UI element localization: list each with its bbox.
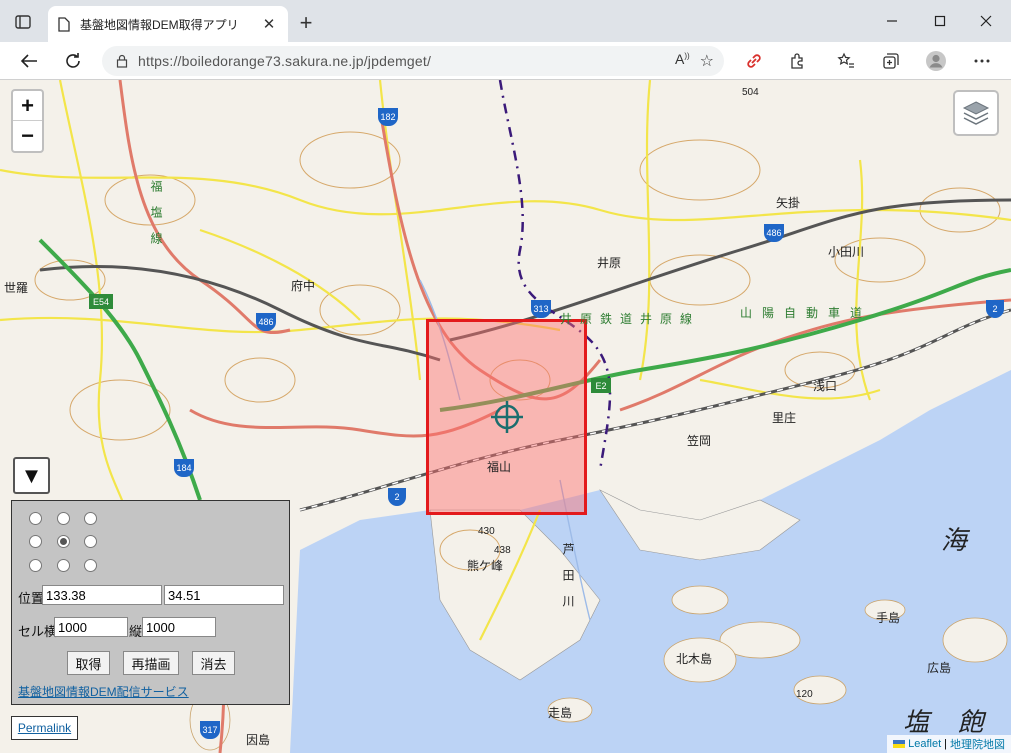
road-shield-182: 182: [378, 108, 398, 126]
browser-tab-strip: 基盤地図情報DEM取得アプリ ✕ +: [0, 0, 1011, 42]
island-teshima: 手島: [876, 611, 901, 625]
map-attribution: Leaflet | 地理院地図: [887, 735, 1011, 753]
clear-button[interactable]: 消去: [192, 651, 235, 675]
road-shield-317: 317: [200, 721, 220, 739]
railway-label-ihara: 井原鉄道井原線: [560, 312, 701, 326]
extensions-puzzle-icon[interactable]: [786, 49, 810, 73]
minimize-icon[interactable]: [872, 8, 912, 34]
road-shield-313: 313: [531, 300, 551, 318]
place-asakuchi: 浅口: [813, 379, 838, 393]
sea-label: 海: [941, 526, 968, 556]
cell-height-input[interactable]: [142, 617, 216, 637]
attribution-separator: |: [944, 738, 947, 750]
redraw-button[interactable]: 再描画: [123, 651, 179, 675]
anchor-radio-sw[interactable]: [29, 559, 42, 572]
page-icon: [58, 16, 70, 32]
collections-icon[interactable]: [878, 49, 902, 73]
place-fukuyama: 福山: [487, 460, 512, 474]
anchor-radio-ne[interactable]: [84, 512, 97, 525]
road-shield-184: 184: [174, 459, 194, 477]
url-field[interactable]: https://boiledorange73.sakura.ne.jp/jpde…: [102, 46, 724, 76]
ukraine-flag-icon: [893, 740, 906, 748]
anchor-radio-e[interactable]: [84, 535, 97, 548]
cell-height-label: 縦: [129, 624, 143, 639]
anchor-radio-nw[interactable]: [29, 512, 42, 525]
railway-label-fukuen: 福塩線: [149, 180, 163, 258]
url-text: https://boiledorange73.sakura.ne.jp/jpde…: [138, 53, 432, 69]
place-odagawa: 小田川: [828, 245, 865, 259]
anchor-radio-s[interactable]: [57, 559, 70, 572]
island-hiroshima: 広島: [927, 661, 952, 675]
place-fuchu: 府中: [291, 279, 316, 293]
read-aloud-icon[interactable]: A)): [675, 51, 690, 71]
get-button[interactable]: 取得: [67, 651, 110, 675]
elevation-430: 430: [478, 526, 495, 537]
close-window-icon[interactable]: [966, 8, 1006, 34]
road-shield-2: 2: [388, 488, 406, 506]
place-kasaoka: 笠岡: [687, 434, 712, 448]
cell-width-label: セル横: [18, 624, 58, 639]
elevation-504: 504: [742, 87, 759, 98]
zoom-out-button[interactable]: −: [13, 121, 42, 151]
extension-link-icon[interactable]: [742, 49, 766, 73]
dem-control-panel: 位置 セル横 縦 取得 再描画 消去 基盤地図情報DEM配信サービス: [11, 500, 290, 705]
cell-width-input[interactable]: [54, 617, 128, 637]
tab-title: 基盤地図情報DEM取得アプリ: [80, 17, 239, 32]
anchor-radio-se[interactable]: [84, 559, 97, 572]
panel-toggle-button[interactable]: ▼: [13, 457, 50, 494]
longitude-input[interactable]: [42, 585, 162, 605]
leaflet-link[interactable]: Leaflet: [908, 738, 941, 750]
sea-shiwaku: 塩 飽: [903, 708, 994, 738]
road-shield-486: 486: [764, 224, 784, 242]
favorites-icon[interactable]: [834, 49, 858, 73]
zoom-control: + −: [11, 89, 44, 153]
map-view[interactable]: 182 486 486 313 184 2 2 317 E54 E2 府中 福山…: [0, 80, 1011, 753]
expressway-label-sanyo: 山陽自動車道: [740, 306, 873, 320]
island-hashirijima: 走島: [548, 706, 573, 720]
island-kitaki: 北木島: [676, 652, 713, 666]
anchor-radio-w[interactable]: [29, 535, 42, 548]
permalink-box: Permalink: [11, 716, 78, 740]
place-satosho: 里庄: [772, 411, 797, 425]
road-shield-2: 2: [986, 300, 1004, 318]
anchor-radio-center[interactable]: [57, 535, 70, 548]
place-sera: 世羅: [4, 281, 29, 295]
place-ihara: 井原: [597, 256, 622, 270]
new-tab-button[interactable]: +: [294, 12, 318, 36]
elevation-120: 120: [796, 689, 813, 700]
triangle-down-icon: ▼: [20, 462, 43, 488]
zoom-in-button[interactable]: +: [13, 91, 42, 121]
crosshair-icon[interactable]: [491, 401, 523, 433]
close-tab-icon[interactable]: ✕: [260, 15, 278, 33]
lock-icon: [116, 54, 128, 68]
reload-icon[interactable]: [60, 48, 86, 74]
river-ashida: 芦田川: [561, 543, 575, 621]
profile-avatar-icon[interactable]: [924, 49, 948, 73]
position-label: 位置: [18, 591, 45, 606]
more-menu-icon[interactable]: [970, 49, 994, 73]
anchor-radio-n[interactable]: [57, 512, 70, 525]
layers-icon[interactable]: [953, 90, 999, 136]
expressway-shield-e54: E54: [89, 294, 113, 309]
elevation-438: 438: [494, 545, 511, 556]
back-arrow-icon[interactable]: [16, 48, 42, 74]
permalink-link[interactable]: Permalink: [18, 721, 71, 735]
latitude-input[interactable]: [164, 585, 284, 605]
browser-tab[interactable]: 基盤地図情報DEM取得アプリ ✕: [48, 6, 288, 42]
tab-actions-icon[interactable]: [10, 10, 36, 34]
add-favorite-icon[interactable]: ☆: [700, 51, 714, 71]
maximize-icon[interactable]: [920, 8, 960, 34]
address-bar: https://boiledorange73.sakura.ne.jp/jpde…: [0, 42, 1011, 80]
place-yakake: 矢掛: [776, 196, 801, 210]
island-innoshima: 因島: [246, 733, 271, 747]
expressway-shield-e2: E2: [591, 378, 611, 393]
place-kumagamine: 熊ケ峰: [467, 559, 504, 573]
dem-service-link[interactable]: 基盤地図情報DEM配信サービス: [18, 683, 189, 700]
road-shield-486: 486: [256, 313, 276, 331]
gsi-map-link[interactable]: 地理院地図: [950, 736, 1005, 752]
